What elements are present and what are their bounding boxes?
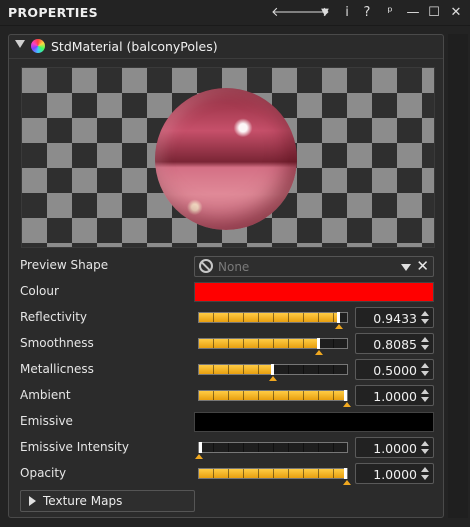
forward-arrow-icon[interactable]: 🡒 bbox=[295, 3, 330, 23]
slider-knob[interactable] bbox=[343, 480, 351, 485]
ambient-slider[interactable] bbox=[198, 390, 351, 407]
emissive-intensity-value: 1.0000 bbox=[373, 441, 417, 456]
ambient-label: Ambient bbox=[20, 388, 71, 402]
scrollbar[interactable] bbox=[448, 34, 468, 518]
info-icon[interactable]: i bbox=[338, 3, 356, 23]
preview-shape-value: None bbox=[218, 260, 250, 274]
slider-knob[interactable] bbox=[315, 350, 323, 355]
ambient-value: 1.0000 bbox=[373, 389, 417, 404]
reflectivity-input[interactable]: 0.9433 bbox=[355, 307, 434, 328]
preview-shape-select[interactable]: None ✕ bbox=[194, 256, 434, 277]
opacity-value: 1.0000 bbox=[373, 467, 417, 482]
reflectivity-value: 0.9433 bbox=[373, 311, 417, 326]
metallicness-input[interactable]: 0.5000 bbox=[355, 359, 434, 380]
reflectivity-slider[interactable] bbox=[198, 312, 348, 329]
expand-caret-icon bbox=[29, 496, 36, 506]
emissive-label: Emissive bbox=[20, 414, 73, 428]
panel-header[interactable]: StdMaterial (balconyPoles) bbox=[9, 35, 443, 59]
pin-icon[interactable]: ᵖ bbox=[381, 3, 399, 23]
window-title: PROPERTIES bbox=[8, 5, 98, 20]
material-title: StdMaterial (balconyPoles) bbox=[51, 39, 218, 54]
spinner-icon[interactable] bbox=[421, 336, 430, 351]
material-icon bbox=[31, 39, 45, 53]
back-arrow-icon[interactable]: 🡐 bbox=[271, 3, 306, 23]
clear-icon[interactable]: ✕ bbox=[416, 258, 429, 275]
metallicness-slider[interactable] bbox=[198, 364, 348, 381]
minimize-icon[interactable]: — bbox=[404, 3, 422, 23]
slider-handle[interactable] bbox=[344, 390, 347, 401]
spinner-icon[interactable] bbox=[421, 310, 430, 325]
dropdown-icon[interactable]: ▼ bbox=[316, 3, 334, 23]
smoothness-input[interactable]: 0.8085 bbox=[355, 333, 434, 354]
emissive-intensity-slider[interactable] bbox=[195, 442, 348, 459]
material-preview[interactable] bbox=[21, 67, 435, 248]
smoothness-slider[interactable] bbox=[198, 338, 348, 355]
emissive-intensity-input[interactable]: 1.0000 bbox=[355, 437, 434, 458]
opacity-input[interactable]: 1.0000 bbox=[355, 463, 434, 484]
spinner-icon[interactable] bbox=[421, 362, 430, 377]
smoothness-label: Smoothness bbox=[20, 336, 94, 350]
preview-shape-label: Preview Shape bbox=[20, 258, 109, 272]
ambient-input[interactable]: 1.0000 bbox=[355, 385, 434, 406]
opacity-slider[interactable] bbox=[198, 468, 351, 485]
maximize-icon[interactable]: ☐ bbox=[425, 3, 443, 23]
emissive-swatch[interactable] bbox=[194, 412, 434, 432]
help-icon[interactable]: ? bbox=[358, 3, 376, 23]
properties-titlebar: PROPERTIES 🡐 🡒 ▼ i ? ᵖ — ☐ ✕ bbox=[0, 0, 470, 26]
slider-knob[interactable] bbox=[195, 454, 203, 459]
close-icon[interactable]: ✕ bbox=[447, 3, 465, 23]
slider-knob[interactable] bbox=[269, 376, 277, 381]
reflectivity-label: Reflectivity bbox=[20, 310, 88, 324]
slider-handle[interactable] bbox=[199, 442, 202, 453]
slider-knob[interactable] bbox=[343, 402, 351, 407]
spinner-icon[interactable] bbox=[421, 388, 430, 403]
colour-label: Colour bbox=[20, 284, 59, 298]
opacity-label: Opacity bbox=[20, 466, 67, 480]
none-icon bbox=[199, 259, 213, 273]
chevron-down-icon[interactable] bbox=[401, 264, 411, 271]
slider-handle[interactable] bbox=[317, 338, 320, 349]
metallicness-value: 0.5000 bbox=[373, 363, 417, 378]
slider-handle[interactable] bbox=[271, 364, 274, 375]
texture-maps-button[interactable]: Texture Maps bbox=[20, 490, 195, 512]
spinner-icon[interactable] bbox=[421, 466, 430, 481]
emissive-intensity-label: Emissive Intensity bbox=[20, 440, 129, 454]
smoothness-value: 0.8085 bbox=[373, 337, 417, 352]
texture-maps-label: Texture Maps bbox=[43, 494, 123, 508]
colour-swatch[interactable] bbox=[194, 282, 434, 302]
collapse-caret-icon[interactable] bbox=[15, 40, 25, 48]
preview-sphere bbox=[155, 88, 297, 230]
spinner-icon[interactable] bbox=[421, 440, 430, 455]
slider-handle[interactable] bbox=[344, 468, 347, 479]
slider-handle[interactable] bbox=[337, 312, 340, 323]
metallicness-label: Metallicness bbox=[20, 362, 94, 376]
slider-knob[interactable] bbox=[335, 324, 343, 329]
